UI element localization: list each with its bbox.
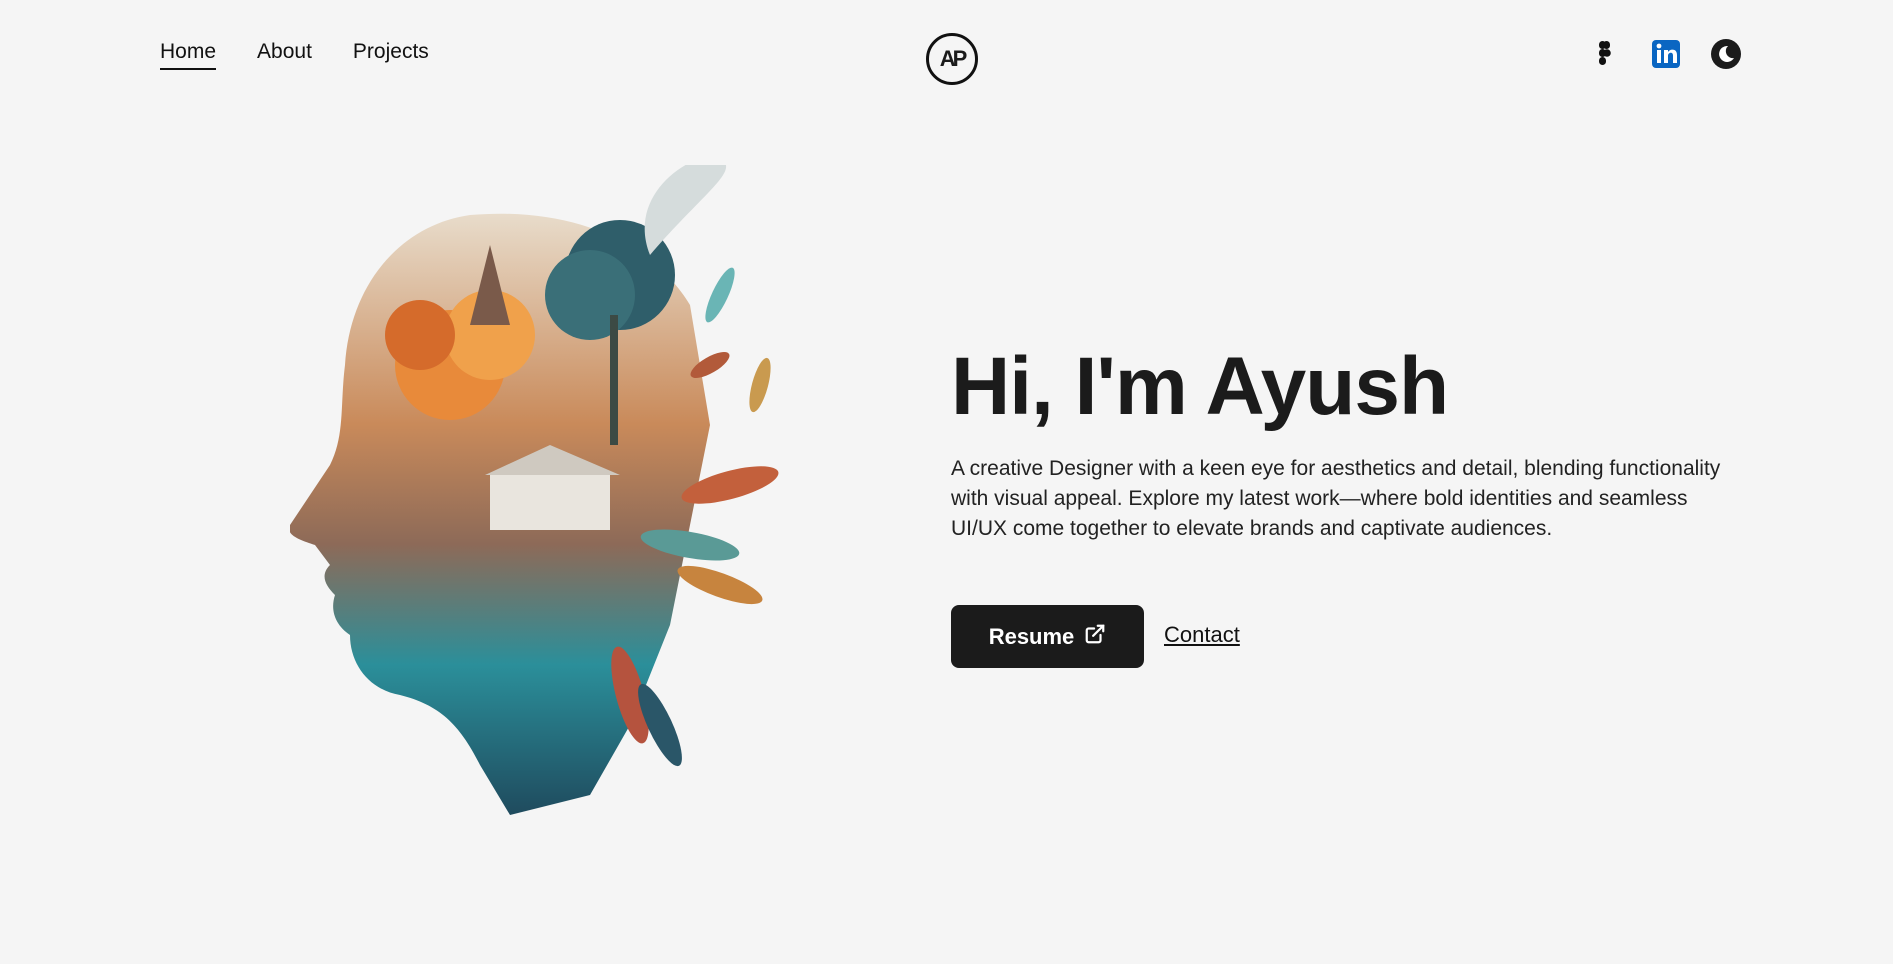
nav-home[interactable]: Home [160, 40, 217, 70]
social-links [1590, 38, 1742, 70]
dark-mode-icon[interactable] [1710, 38, 1742, 70]
hero-description: A creative Designer with a keen eye for … [951, 457, 1721, 540]
external-link-icon [1084, 623, 1106, 651]
hero-title: Hi, I'm Ayush [951, 341, 1449, 432]
linkedin-icon[interactable] [1650, 38, 1682, 70]
main-nav: Home About Projects [160, 40, 429, 70]
resume-label: Resume [988, 623, 1075, 649]
logo[interactable]: AP [926, 33, 978, 85]
figma-icon[interactable] [1590, 38, 1622, 70]
hero-illustration [289, 155, 820, 825]
nav-projects[interactable]: Projects [353, 40, 429, 70]
nav-about[interactable]: About [257, 40, 312, 70]
contact-link[interactable]: Contact [1164, 622, 1240, 648]
resume-button[interactable]: Resume [951, 605, 1144, 668]
logo-text: AP [939, 46, 968, 71]
